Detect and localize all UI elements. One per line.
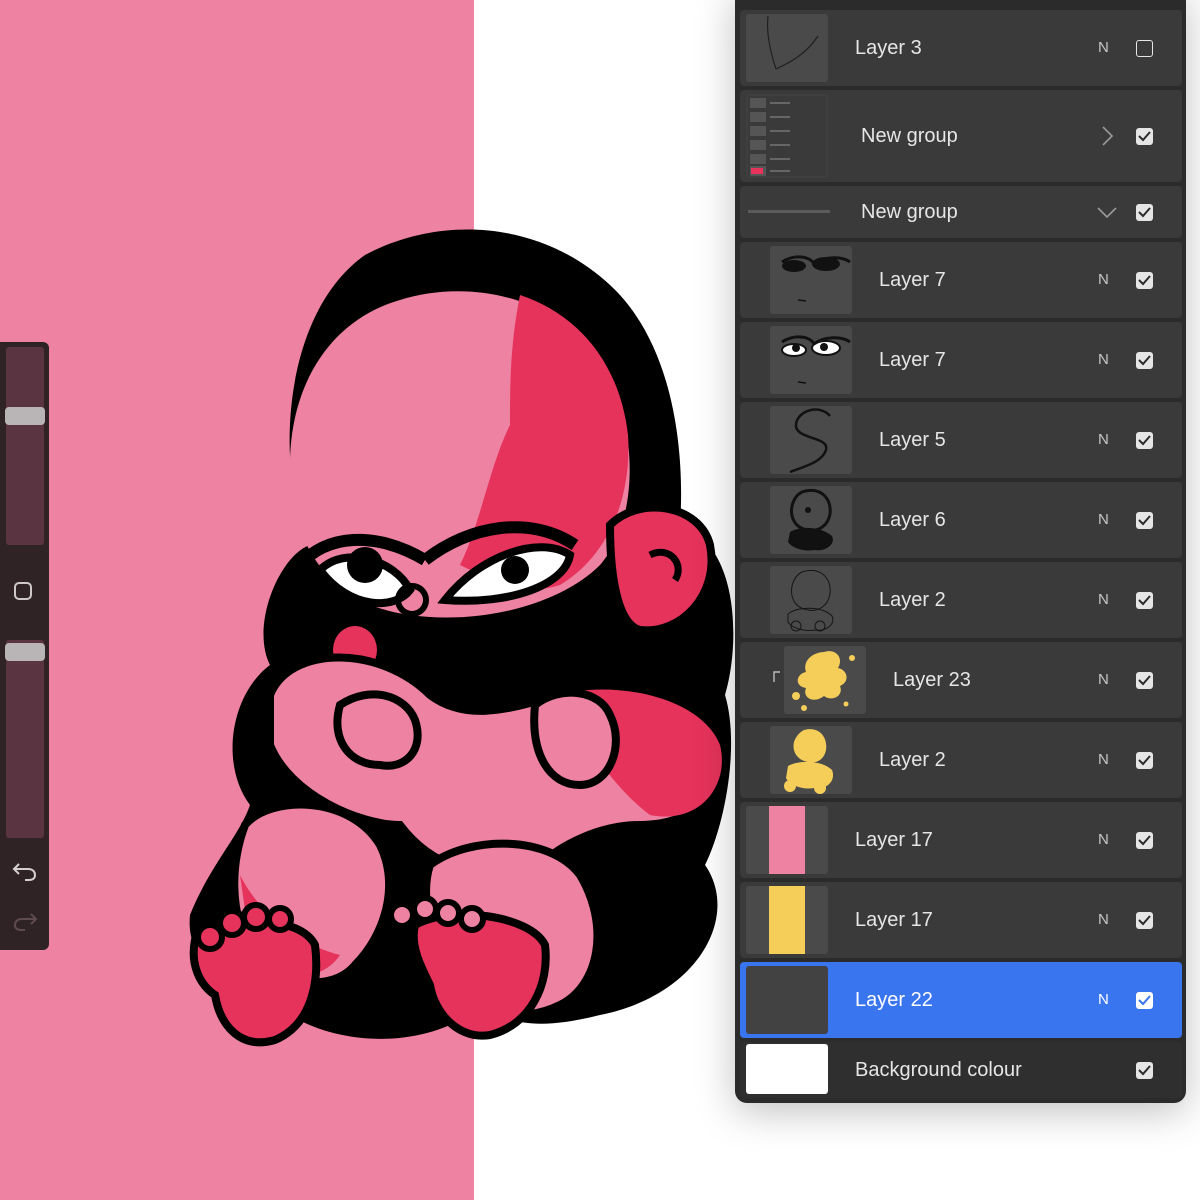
blend-mode[interactable]: N bbox=[1098, 962, 1109, 1038]
visibility-checkbox[interactable] bbox=[1136, 672, 1153, 689]
layer-name: Background colour bbox=[855, 1059, 1022, 1081]
layer-row[interactable]: Layer 17 N bbox=[740, 802, 1182, 878]
left-sidebar bbox=[0, 342, 49, 950]
visibility-checkbox[interactable] bbox=[1136, 432, 1153, 449]
blend-mode[interactable]: N bbox=[1098, 10, 1109, 86]
group-row[interactable]: New group bbox=[740, 186, 1182, 238]
eyes-thumb bbox=[781, 335, 851, 384]
visibility-checkbox[interactable] bbox=[1136, 912, 1153, 929]
group-name: New group bbox=[861, 125, 958, 147]
group-thumbnail bbox=[746, 94, 828, 178]
pink-swatch bbox=[769, 806, 805, 874]
layer-name: Layer 23 bbox=[893, 669, 971, 691]
layer-name: Layer 22 bbox=[855, 989, 933, 1011]
layer-row[interactable]: Layer 17 N bbox=[740, 882, 1182, 958]
brush-size-thumb[interactable] bbox=[5, 407, 45, 425]
layer-row[interactable]: Layer 2 N bbox=[740, 722, 1182, 798]
layer-thumbnail bbox=[746, 14, 828, 82]
baby-ink-thumb bbox=[788, 489, 833, 551]
blend-mode[interactable]: N bbox=[1098, 562, 1109, 638]
layer-row[interactable]: Layer 5 N bbox=[740, 402, 1182, 478]
blend-mode[interactable]: N bbox=[1098, 322, 1109, 398]
layer-thumbnail bbox=[770, 486, 852, 554]
s-stroke-thumb bbox=[789, 408, 831, 474]
visibility-checkbox[interactable] bbox=[1136, 1062, 1153, 1079]
layer-row[interactable]: Layer 3 N bbox=[740, 10, 1182, 86]
layer-name: Layer 6 bbox=[879, 509, 946, 531]
visibility-checkbox[interactable] bbox=[1136, 204, 1153, 221]
yellow-splatter-thumb bbox=[792, 651, 855, 711]
visibility-checkbox[interactable] bbox=[1136, 512, 1153, 529]
visibility-checkbox[interactable] bbox=[1136, 992, 1153, 1009]
blend-mode[interactable]: N bbox=[1098, 242, 1109, 318]
background-thumbnail bbox=[746, 1044, 828, 1094]
chevron-down-icon[interactable] bbox=[1095, 200, 1119, 224]
baby-artwork bbox=[189, 229, 734, 1047]
layer-name: Layer 2 bbox=[879, 589, 946, 611]
visibility-checkbox[interactable] bbox=[1136, 592, 1153, 609]
layer-name: Layer 7 bbox=[879, 269, 946, 291]
blend-mode[interactable]: N bbox=[1098, 482, 1109, 558]
clipping-mask-icon bbox=[773, 671, 780, 682]
baby-sketch-thumb bbox=[787, 570, 834, 632]
layer-thumbnail bbox=[770, 726, 852, 794]
layer-row-selected[interactable]: Layer 22 N bbox=[740, 962, 1182, 1038]
visibility-checkbox[interactable] bbox=[1136, 832, 1153, 849]
layer-thumbnail bbox=[770, 566, 852, 634]
undo-icon[interactable] bbox=[11, 858, 39, 882]
visibility-checkbox[interactable] bbox=[1136, 272, 1153, 289]
layer-row[interactable]: Layer 7 N bbox=[740, 322, 1182, 398]
group-name: New group bbox=[861, 201, 958, 223]
sketch-curve-thumb bbox=[766, 15, 819, 70]
chevron-right-icon[interactable] bbox=[1095, 124, 1119, 148]
layer-name: Layer 17 bbox=[855, 909, 933, 931]
layer-name: Layer 3 bbox=[855, 37, 922, 59]
layer-name: Layer 17 bbox=[855, 829, 933, 851]
blend-mode[interactable]: N bbox=[1098, 802, 1109, 878]
layer-thumbnail bbox=[784, 646, 866, 714]
layer-thumbnail bbox=[746, 806, 828, 874]
group-preview-thumb bbox=[748, 96, 826, 176]
opacity-thumb[interactable] bbox=[5, 643, 45, 661]
group-line-icon bbox=[748, 210, 830, 213]
blend-mode[interactable]: N bbox=[1098, 402, 1109, 478]
blend-mode[interactable]: N bbox=[1098, 882, 1109, 958]
layer-name: Layer 5 bbox=[879, 429, 946, 451]
square-modify-icon[interactable] bbox=[14, 582, 32, 600]
yellow-swatch bbox=[769, 886, 805, 954]
layer-thumbnail bbox=[770, 326, 852, 394]
redo-icon[interactable] bbox=[11, 908, 39, 932]
layer-row[interactable]: Layer 6 N bbox=[740, 482, 1182, 558]
layer-name: Layer 7 bbox=[879, 349, 946, 371]
layer-thumbnail bbox=[770, 246, 852, 314]
layer-row[interactable]: Layer 7 N bbox=[740, 242, 1182, 318]
background-colour-row[interactable]: Background colour bbox=[740, 1042, 1182, 1098]
visibility-checkbox[interactable] bbox=[1136, 40, 1153, 57]
visibility-checkbox[interactable] bbox=[1136, 128, 1153, 145]
layer-thumbnail bbox=[746, 886, 828, 954]
blend-mode[interactable]: N bbox=[1098, 722, 1109, 798]
layer-thumbnail bbox=[770, 406, 852, 474]
layer-name: Layer 2 bbox=[879, 749, 946, 771]
yellow-baby-thumb bbox=[784, 729, 834, 794]
visibility-checkbox[interactable] bbox=[1136, 352, 1153, 369]
eyes-thumb bbox=[781, 255, 851, 302]
layer-row[interactable]: Layer 2 N bbox=[740, 562, 1182, 638]
layer-row[interactable]: Layer 23 N bbox=[740, 642, 1182, 718]
brush-size-slider[interactable] bbox=[6, 347, 44, 545]
blend-mode[interactable]: N bbox=[1098, 642, 1109, 718]
visibility-checkbox[interactable] bbox=[1136, 752, 1153, 769]
layer-thumbnail bbox=[746, 966, 828, 1034]
layers-panel: Layer 3 N New group New group Layer 7 N … bbox=[735, 0, 1186, 1103]
group-row[interactable]: New group bbox=[740, 90, 1182, 182]
opacity-slider[interactable] bbox=[6, 640, 44, 838]
